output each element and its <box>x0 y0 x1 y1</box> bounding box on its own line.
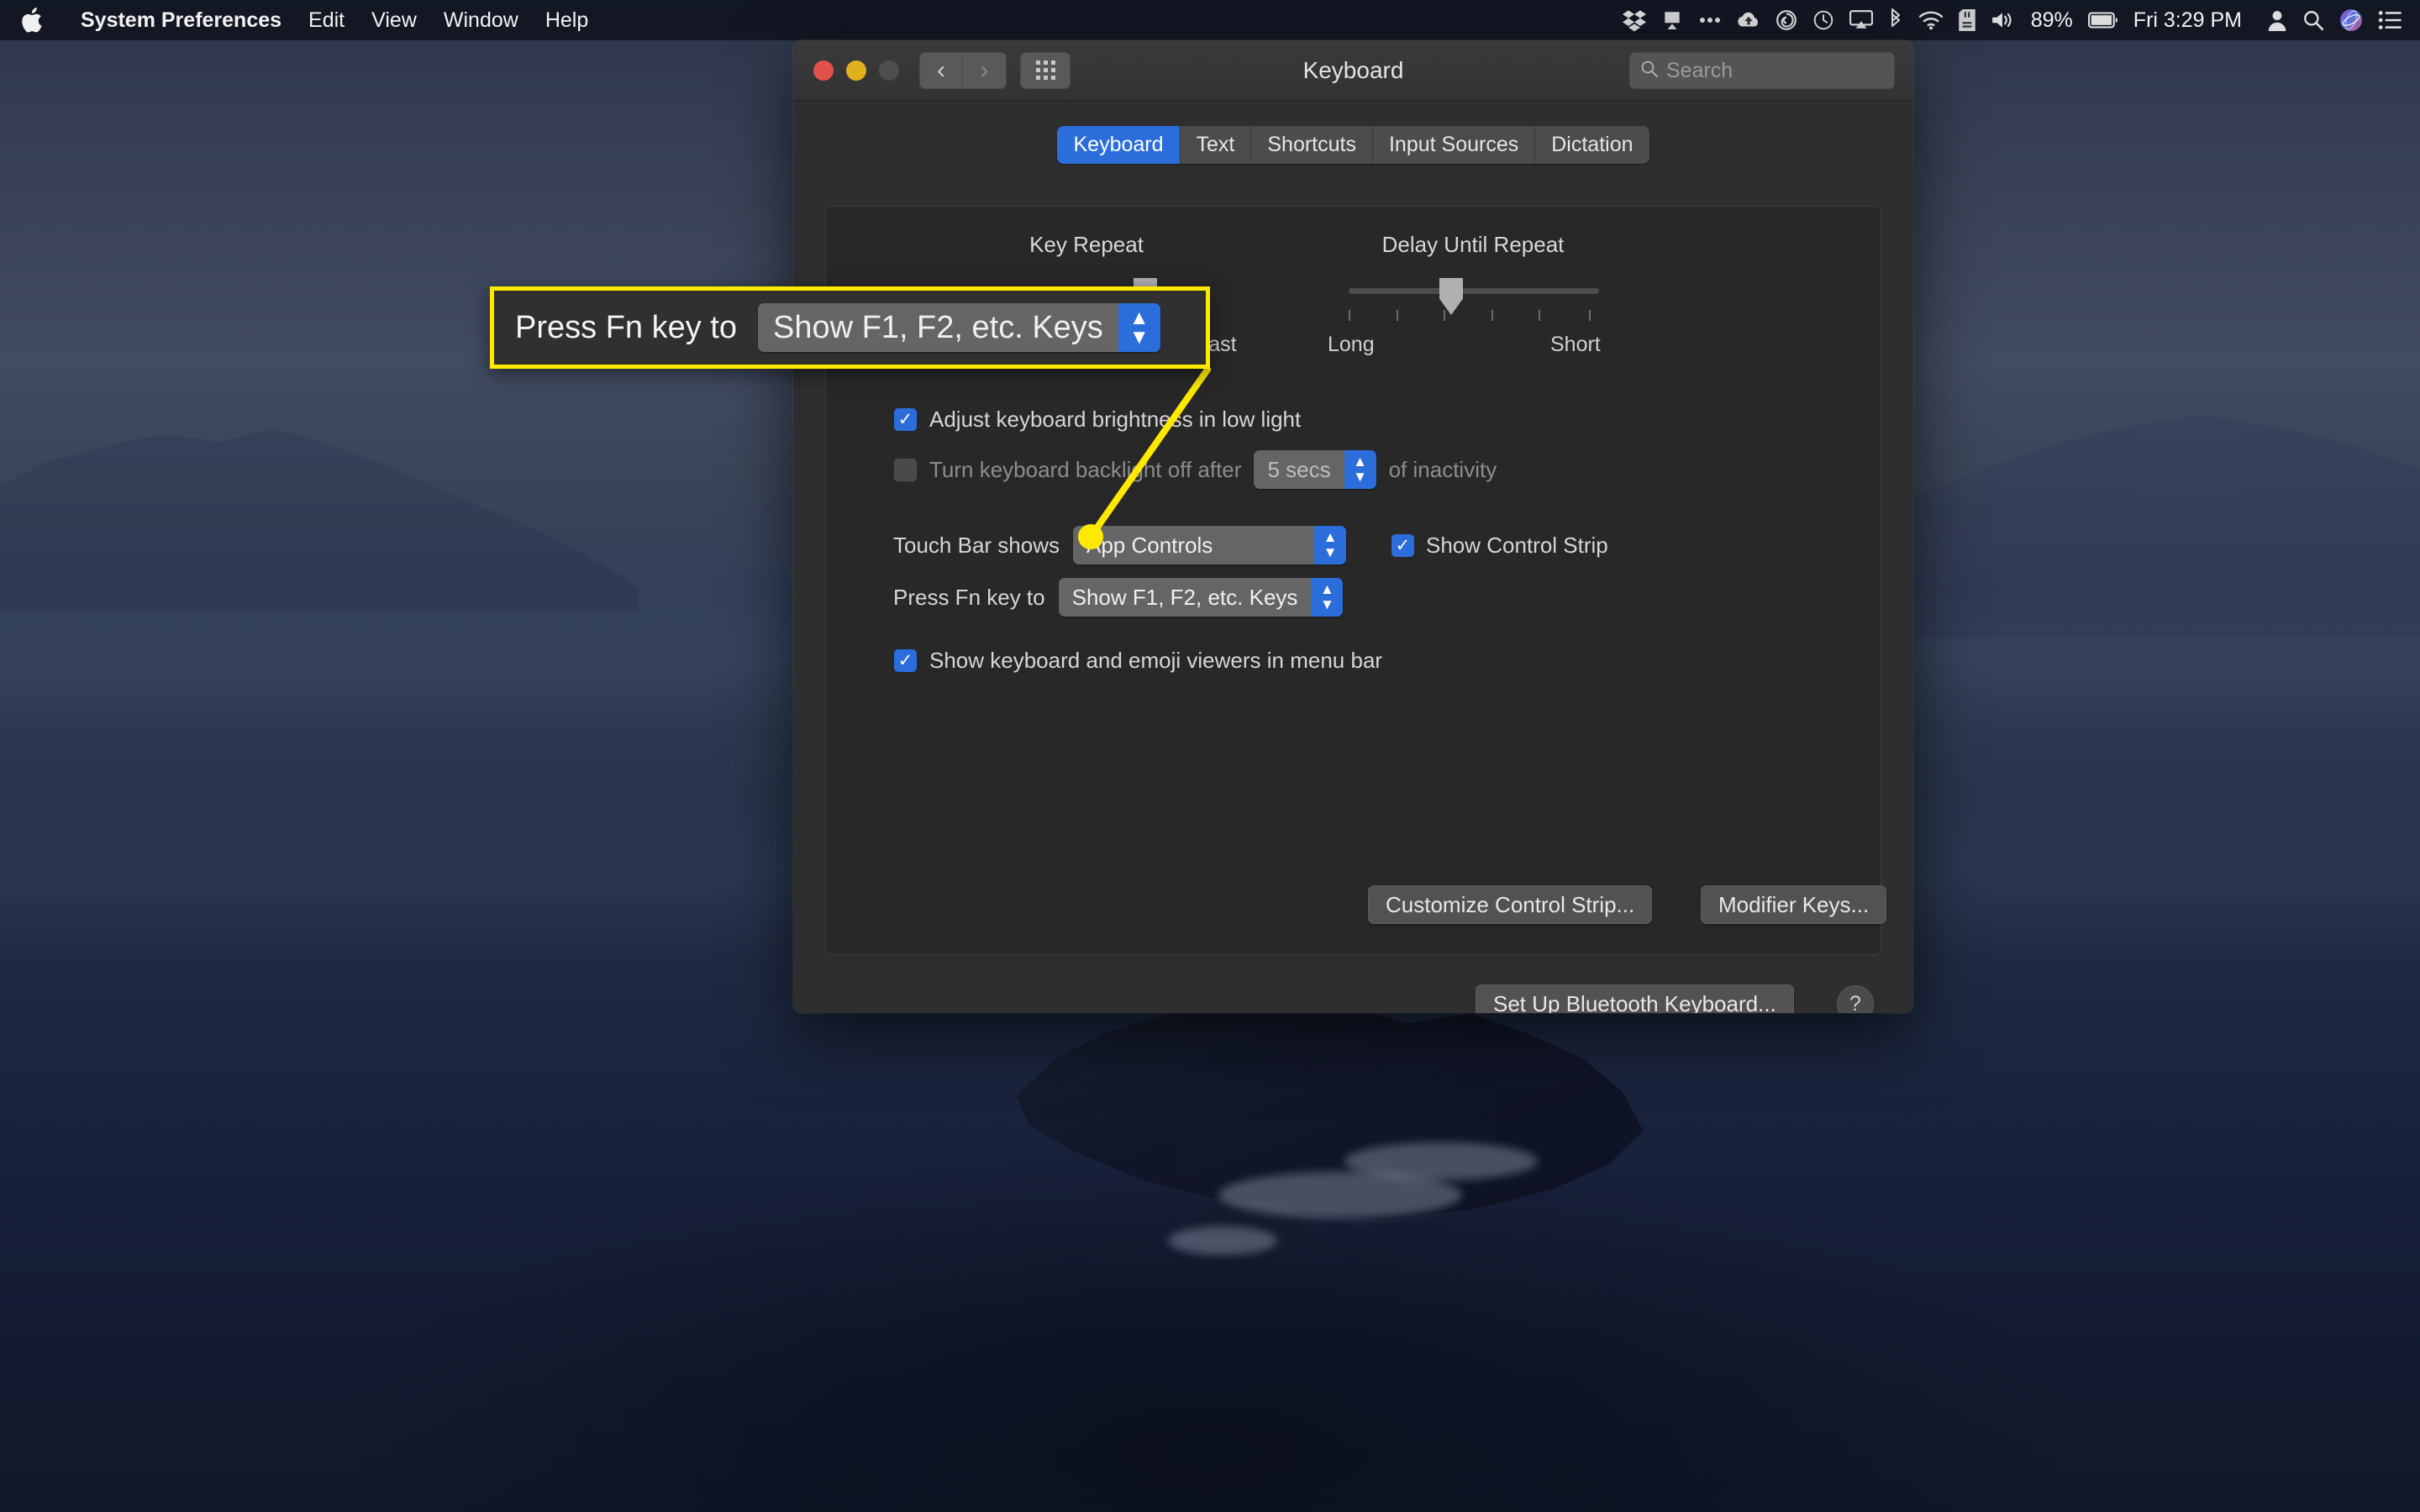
dropbox-icon[interactable] <box>1622 8 1646 32</box>
show-control-strip-label: Show Control Strip <box>1425 532 1608 558</box>
slider-track <box>1349 288 1599 294</box>
airplay-display-icon[interactable] <box>1849 9 1873 31</box>
backlight-off-checkbox[interactable] <box>894 458 917 481</box>
traffic-light-group <box>813 60 899 81</box>
tab-input-sources[interactable]: Input Sources <box>1372 126 1536 164</box>
close-button[interactable] <box>813 60 834 81</box>
search-input[interactable]: Search <box>1629 52 1895 89</box>
menu-bar: System Preferences Edit View Window Help <box>0 0 2420 40</box>
ellipsis-icon[interactable] <box>1698 16 1722 24</box>
siri-icon[interactable] <box>2339 8 2363 32</box>
set-up-bluetooth-keyboard-button[interactable]: Set Up Bluetooth Keyboard... <box>1476 984 1794 1013</box>
callout-popup-value: Show F1, F2, etc. Keys <box>772 309 1103 345</box>
menu-help[interactable]: Help <box>532 8 602 33</box>
stepper-arrows-icon[interactable]: ▲ ▼ <box>1118 303 1160 352</box>
adjust-brightness-label: Adjust keyboard brightness in low light <box>929 407 1302 432</box>
menu-window[interactable]: Window <box>430 8 532 33</box>
tab-text[interactable]: Text <box>1180 126 1252 164</box>
stepper-arrows-icon[interactable]: ▲ ▼ <box>1311 578 1344 617</box>
press-fn-popup[interactable]: Show F1, F2, etc. Keys ▲ ▼ <box>1058 578 1344 617</box>
search-icon <box>1640 60 1659 82</box>
press-fn-label: Press Fn key to <box>893 584 1045 610</box>
time-machine-icon[interactable] <box>1812 9 1834 31</box>
sd-card-icon[interactable] <box>1959 9 1975 31</box>
touch-bar-popup[interactable]: App Controls ▲ ▼ <box>1072 526 1346 564</box>
search-icon[interactable] <box>2302 9 2324 31</box>
menubar-clock[interactable]: Fri 3:29 PM <box>2133 8 2242 33</box>
show-viewers-checkbox[interactable]: ✓ <box>894 649 917 672</box>
key-repeat-label: Key Repeat <box>1029 232 1144 257</box>
customize-control-strip-button[interactable]: Customize Control Strip... <box>1368 885 1653 924</box>
slider-ticks <box>1349 310 1599 322</box>
forward-button: › <box>963 51 1007 89</box>
minimize-button[interactable] <box>846 60 866 81</box>
grid-view-icon <box>1035 60 1055 80</box>
menu-system-preferences[interactable]: System Preferences <box>67 8 295 33</box>
menu-bar-left: System Preferences Edit View Window Help <box>0 6 602 34</box>
control-center-icon[interactable] <box>2378 10 2403 30</box>
window-titlebar: ‹ › Keyboard Search <box>793 40 1913 101</box>
keyboard-preferences-window: ‹ › Keyboard Search Keyboard Text Shortc… <box>793 40 1913 1013</box>
stepper-arrows-icon[interactable]: ▲ ▼ <box>1313 526 1346 564</box>
menu-view[interactable]: View <box>358 8 430 33</box>
show-control-strip-checkbox[interactable]: ✓ <box>1391 533 1414 557</box>
backlight-delay-popup[interactable]: 5 secs ▲ ▼ <box>1254 450 1376 489</box>
battery-percent-label: 89% <box>2030 8 2073 32</box>
navigation-buttons: ‹ › <box>919 51 1007 89</box>
show-viewers-label: Show keyboard and emoji viewers in menu … <box>929 648 1383 673</box>
tab-dictation[interactable]: Dictation <box>1535 126 1649 164</box>
touch-bar-row: Touch Bar shows App Controls ▲ ▼ ✓ Show C… <box>893 526 1608 564</box>
callout-press-fn-key: Press Fn key to Show F1, F2, etc. Keys ▲… <box>490 286 1210 369</box>
delay-until-repeat-label: Delay Until Repeat <box>1381 232 1565 257</box>
modifier-keys-button[interactable]: Modifier Keys... <box>1701 885 1887 924</box>
tab-keyboard[interactable]: Keyboard <box>1057 126 1181 164</box>
menu-edit[interactable]: Edit <box>295 8 358 33</box>
back-button[interactable]: ‹ <box>919 51 963 89</box>
search-placeholder: Search <box>1666 58 1733 82</box>
user-icon[interactable] <box>2267 9 2287 31</box>
tab-bar: Keyboard Text Shortcuts Input Sources Di… <box>793 101 1913 164</box>
callout-label: Press Fn key to <box>515 309 737 345</box>
show-all-grid-button[interactable] <box>1020 51 1071 89</box>
adjust-brightness-checkbox-row[interactable]: ✓ Adjust keyboard brightness in low ligh… <box>894 407 1301 433</box>
bluetooth-icon[interactable] <box>1888 8 1903 32</box>
menu-bar-status-tray: 89% Fri 3:29 PM <box>1622 8 2420 33</box>
wifi-icon[interactable] <box>1918 10 1944 30</box>
adjust-brightness-checkbox[interactable]: ✓ <box>894 408 917 431</box>
creative-cloud-icon[interactable] <box>1776 9 1797 31</box>
callout-press-fn-popup[interactable]: Show F1, F2, etc. Keys ▲ ▼ <box>757 303 1160 352</box>
show-viewers-row[interactable]: ✓ Show keyboard and emoji viewers in men… <box>894 648 1382 674</box>
delay-long-label: Long <box>1328 333 1375 356</box>
headland-left <box>0 429 639 613</box>
backlight-off-label-before: Turn keyboard backlight off after <box>929 456 1242 482</box>
zoom-button <box>879 60 899 81</box>
delay-short-label: Short <box>1550 333 1601 356</box>
cloud-upload-icon[interactable] <box>1737 9 1760 31</box>
press-fn-value: Show F1, F2, etc. Keys <box>1071 584 1298 610</box>
help-button[interactable]: ? <box>1837 985 1874 1013</box>
touch-bar-value: App Controls <box>1086 532 1213 558</box>
press-fn-row: Press Fn key to Show F1, F2, etc. Keys ▲… <box>893 578 1344 617</box>
airplay-audio-icon[interactable] <box>1661 9 1683 31</box>
tab-shortcuts[interactable]: Shortcuts <box>1251 126 1373 164</box>
sea-foam <box>1344 1142 1538 1180</box>
show-control-strip-row[interactable]: ✓ Show Control Strip <box>1391 532 1608 559</box>
sea-foam <box>1168 1226 1277 1255</box>
tab-group: Keyboard Text Shortcuts Input Sources Di… <box>1057 126 1649 164</box>
battery-icon[interactable] <box>2087 11 2118 29</box>
stepper-arrows-icon[interactable]: ▲ ▼ <box>1344 450 1376 489</box>
apple-menu-icon[interactable] <box>20 6 45 34</box>
backlight-off-row[interactable]: Turn keyboard backlight off after 5 secs… <box>894 450 1497 489</box>
backlight-off-label-after: of inactivity <box>1388 456 1497 482</box>
touch-bar-label: Touch Bar shows <box>893 532 1060 558</box>
volume-icon[interactable] <box>1991 10 2016 30</box>
backlight-delay-value: 5 secs <box>1267 456 1331 482</box>
